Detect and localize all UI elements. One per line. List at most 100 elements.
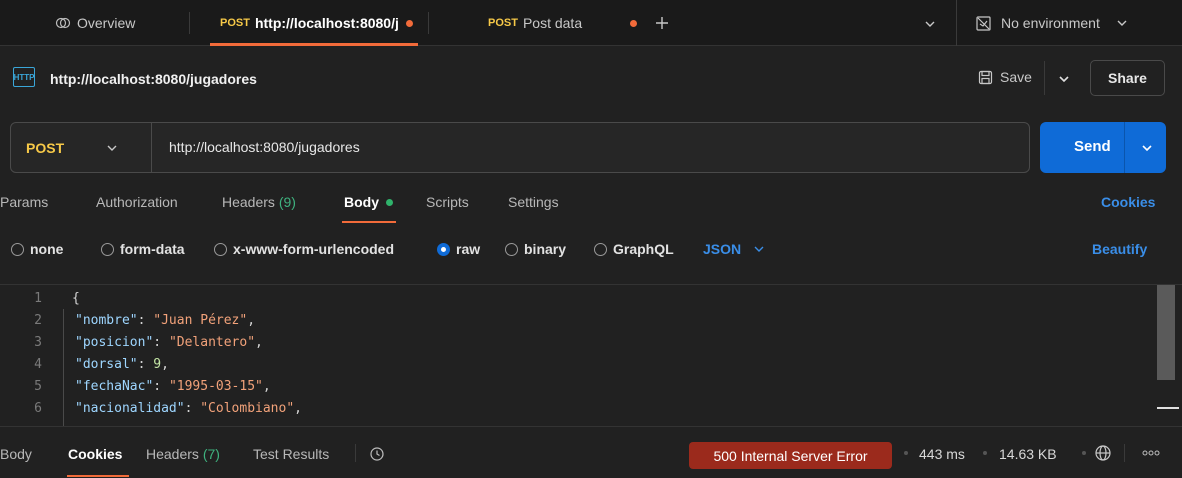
tab-headers-count: (9) — [278, 194, 296, 210]
tab-bar: Overview POST http://localhost:8080/j PO… — [0, 0, 1182, 46]
radio-icon — [505, 243, 518, 256]
tab-body[interactable]: Body — [344, 194, 393, 210]
radio-icon — [101, 243, 114, 256]
tab-settings[interactable]: Settings — [508, 194, 559, 210]
editor-scrollbar-thumb[interactable] — [1157, 285, 1175, 380]
tab-overview[interactable]: Overview — [55, 0, 135, 46]
body-option-urlencoded[interactable]: x-www-form-urlencoded — [214, 241, 394, 257]
active-tab-indicator — [342, 221, 396, 223]
body-editor[interactable]: 1 2 3 4 5 6 { "nombre": "Juan Pérez", "p… — [0, 284, 1182, 426]
save-icon — [978, 70, 993, 84]
radio-icon — [594, 243, 607, 256]
method-select[interactable]: POST — [11, 123, 151, 172]
history-icon[interactable] — [369, 446, 385, 462]
separator-dot — [904, 451, 908, 455]
active-tab-indicator — [67, 475, 129, 477]
request-title[interactable]: http://localhost:8080/jugadores — [50, 71, 257, 87]
code-brace: { — [72, 291, 80, 306]
tab-headers-label: Headers — [222, 194, 275, 210]
url-input[interactable]: http://localhost:8080/jugadores — [169, 139, 360, 155]
body-option-binary[interactable]: binary — [505, 241, 566, 257]
code-line: "nacionalidad": "Colombiano", — [75, 401, 302, 416]
divider — [1124, 444, 1125, 462]
line-number: 6 — [34, 401, 42, 416]
method-label: POST — [26, 139, 65, 156]
line-number: 3 — [34, 335, 42, 350]
request-title-row: HTTP http://localhost:8080/jugadores Sav… — [0, 47, 1182, 109]
environment-label: No environment — [1001, 15, 1100, 31]
send-button[interactable]: Send — [1040, 122, 1166, 173]
send-label: Send — [1074, 138, 1111, 155]
tab-label: Post data — [522, 15, 583, 31]
tab-body-label: Body — [344, 194, 379, 210]
unsaved-dot-icon — [405, 19, 413, 27]
cookies-link[interactable]: Cookies — [1101, 194, 1155, 210]
tab-scripts[interactable]: Scripts — [426, 194, 469, 210]
share-button[interactable]: Share — [1090, 60, 1165, 96]
response-tab-headers[interactable]: Headers (7) — [146, 446, 220, 462]
divider — [355, 444, 356, 462]
chevron-down-icon — [107, 145, 117, 151]
chevron-down-icon — [1117, 20, 1127, 26]
divider — [1124, 122, 1125, 173]
globe-icon[interactable] — [1094, 444, 1112, 462]
beautify-button[interactable]: Beautify — [1092, 241, 1147, 257]
radio-icon — [11, 243, 24, 256]
chevron-down-icon — [754, 246, 764, 252]
tab-method: POST — [488, 17, 518, 29]
response-tab-body[interactable]: Body — [0, 446, 32, 462]
line-number: 4 — [34, 357, 42, 372]
radio-icon — [214, 243, 227, 256]
environment-selector[interactable]: No environment — [975, 0, 1128, 46]
code-line: "posicion": "Delantero", — [75, 335, 263, 350]
active-dot-icon — [385, 199, 393, 206]
tab-headers[interactable]: Headers (9) — [222, 194, 296, 210]
separator-dot — [983, 451, 987, 455]
separator-dot — [1082, 451, 1086, 455]
body-option-raw[interactable]: raw — [437, 241, 480, 257]
save-options-chevron-icon[interactable] — [1058, 74, 1070, 84]
tab-label: http://localhost:8080/j — [254, 15, 399, 31]
response-tab-cookies[interactable]: Cookies — [68, 446, 122, 462]
save-label: Save — [1000, 69, 1032, 85]
overview-icon — [55, 17, 71, 29]
body-option-none[interactable]: none — [11, 241, 63, 257]
tab-params[interactable]: Params — [0, 194, 48, 210]
send-options-chevron-icon[interactable] — [1141, 143, 1153, 153]
divider — [151, 123, 152, 172]
line-number: 2 — [34, 313, 42, 328]
divider — [1044, 61, 1045, 95]
resize-handle[interactable] — [1157, 407, 1179, 409]
tab-overview-label: Overview — [77, 15, 136, 31]
tab-method: POST — [220, 17, 250, 29]
response-tab-test-results[interactable]: Test Results — [253, 446, 329, 462]
no-environment-icon — [976, 15, 991, 31]
unsaved-dot-icon — [630, 20, 637, 27]
url-bar: POST http://localhost:8080/jugadores — [10, 122, 1030, 173]
tabs-chevron-down-icon[interactable] — [924, 19, 936, 29]
body-option-form-data[interactable]: form-data — [101, 241, 185, 257]
divider — [189, 12, 190, 34]
line-number: 5 — [34, 379, 42, 394]
line-number: 1 — [34, 291, 42, 306]
body-option-graphql[interactable]: GraphQL — [594, 241, 674, 257]
more-options-icon[interactable] — [1142, 449, 1160, 457]
new-tab-plus-icon[interactable] — [654, 15, 670, 31]
divider — [956, 0, 957, 46]
code-line: "dorsal": 9, — [75, 357, 169, 372]
http-icon: HTTP — [13, 67, 35, 87]
active-tab-indicator — [210, 43, 418, 46]
save-button[interactable]: Save — [978, 69, 1032, 85]
status-badge[interactable]: 500 Internal Server Error — [689, 442, 892, 469]
response-bar: Body Cookies Headers (7) Test Results 50… — [0, 426, 1182, 478]
indent-guide — [63, 309, 64, 426]
tab-request-jugadores[interactable]: POST http://localhost:8080/j — [220, 0, 413, 46]
response-size[interactable]: 14.63 KB — [999, 446, 1057, 462]
divider — [428, 12, 429, 34]
body-format-select[interactable]: JSON — [703, 241, 765, 257]
tab-post-data[interactable]: POST Post data — [488, 0, 582, 46]
code-line: "nombre": "Juan Pérez", — [75, 313, 256, 328]
tab-authorization[interactable]: Authorization — [96, 194, 178, 210]
response-time[interactable]: 443 ms — [919, 446, 965, 462]
code-line: "fechaNac": "1995-03-15", — [75, 379, 271, 394]
